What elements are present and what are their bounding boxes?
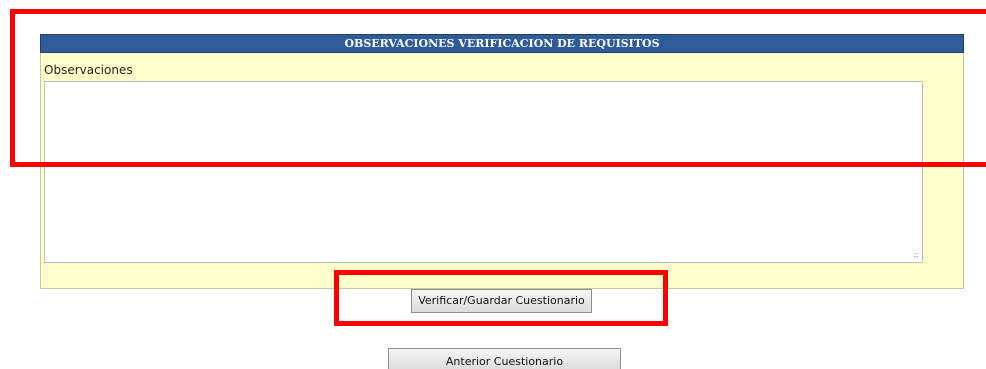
previous-questionnaire-button[interactable]: Anterior Cuestionario	[388, 348, 621, 369]
section-header: OBSERVACIONES VERIFICACION DE REQUISITOS	[40, 34, 964, 53]
resize-grip-icon[interactable]: .::	[913, 251, 921, 261]
observations-textarea[interactable]	[44, 81, 923, 263]
observations-label: Observaciones	[44, 63, 133, 77]
page: OBSERVACIONES VERIFICACION DE REQUISITOS…	[0, 0, 986, 369]
observations-panel: Observaciones .::	[40, 53, 964, 289]
verify-save-button[interactable]: Verificar/Guardar Cuestionario	[411, 289, 592, 313]
